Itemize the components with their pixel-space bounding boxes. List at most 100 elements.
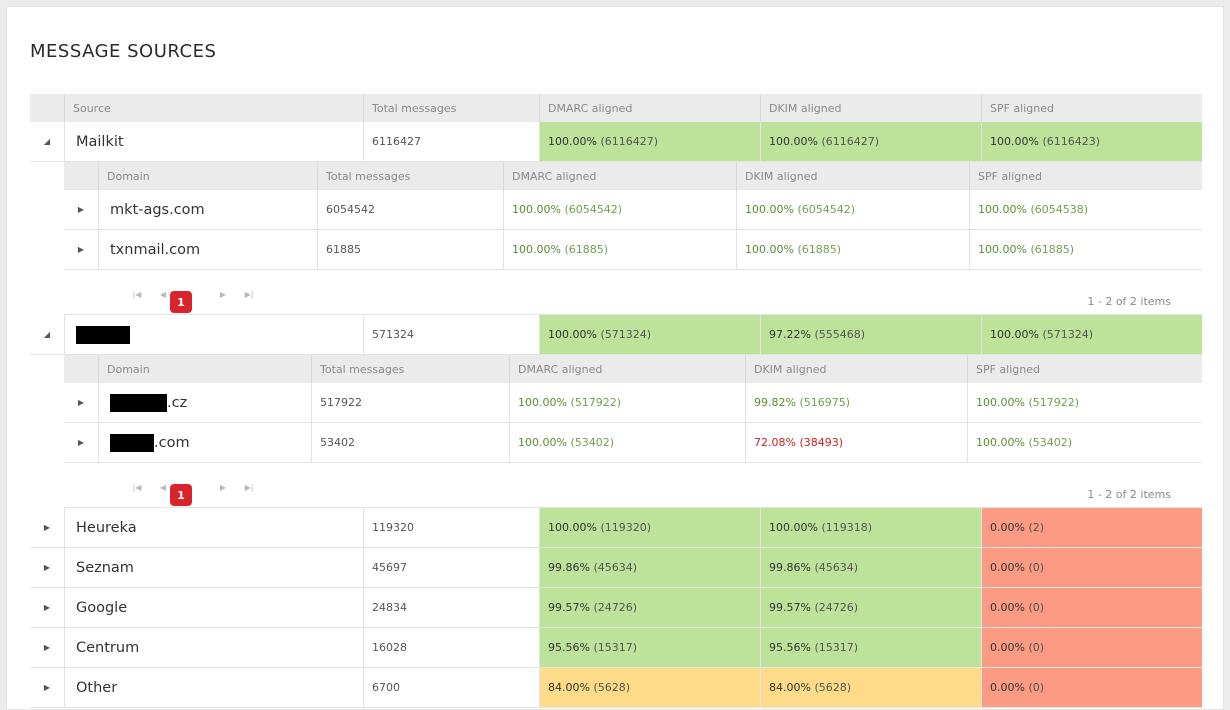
dmarc-count: (5628) [593,681,631,694]
collapse-icon[interactable]: ◢ [30,122,64,161]
expand-icon[interactable]: ▶ [64,383,98,422]
domain-dkim: 100.00% (61885) [736,230,969,269]
source-name [64,315,363,354]
subheader-spf[interactable]: SPF aligned [969,162,1202,190]
dmarc-count: (571324) [600,328,652,341]
expand-icon[interactable]: ▶ [64,423,98,462]
expand-icon[interactable]: ▶ [30,668,64,707]
spf-count: (0) [1028,601,1045,614]
spf-cell: 100.00% (571324) [981,315,1202,354]
expand-icon[interactable]: ▶ [30,548,64,587]
subheader-domain[interactable]: Domain [98,355,311,383]
next-page-icon[interactable]: ▶ [210,290,236,299]
domain-dkim: 72.08% (38493) [745,423,967,462]
subheader-dmarc[interactable]: DMARC aligned [509,355,745,383]
header-spf[interactable]: SPF aligned [981,94,1202,122]
domain-row[interactable]: ▶ .com 53402 100.00% (53402) 72.08% (384… [64,423,1202,463]
total-messages: 6700 [363,668,539,707]
subheader-dkim[interactable]: DKIM aligned [736,162,969,190]
source-row-google[interactable]: ▶ Google 24834 99.57% (24726) 99.57% (24… [30,588,1202,628]
source-name: Seznam [64,548,363,587]
dkim-count: (555468) [814,328,866,341]
subheader-expander [64,162,98,190]
dkim-pct: 99.82% [754,396,796,409]
header-total[interactable]: Total messages [363,94,539,122]
pager: |◀ ◀ ▶ ▶| 1 1 - 2 of 2 items [64,463,1202,508]
dmarc-count: (15317) [593,641,638,654]
spf-count: (6116423) [1042,135,1101,148]
expand-icon[interactable]: ▶ [30,508,64,547]
dmarc-pct: 100.00% [548,328,597,341]
domain-total: 61885 [317,230,503,269]
subheader-total[interactable]: Total messages [311,355,509,383]
source-row-heureka[interactable]: ▶ Heureka 119320 100.00% (119320) 100.00… [30,508,1202,548]
domain-spf: 100.00% (53402) [967,423,1202,462]
dmarc-pct: 100.00% [512,243,561,256]
pager-nav: |◀ ◀ ▶ ▶| [124,483,262,492]
spf-cell: 0.00% (0) [981,548,1202,587]
dkim-pct: 97.22% [769,328,811,341]
domain-name: .cz [98,383,311,422]
spf-count: (571324) [1042,328,1094,341]
spf-cell: 0.00% (0) [981,628,1202,667]
spf-pct: 0.00% [990,561,1025,574]
pager-current-page[interactable]: 1 [170,291,192,313]
domain-row[interactable]: ▶ txnmail.com 61885 100.00% (61885) 100.… [64,230,1202,270]
subheader-dkim[interactable]: DKIM aligned [745,355,967,383]
subheader-spf[interactable]: SPF aligned [967,355,1202,383]
subgrid-header: Domain Total messages DMARC aligned DKIM… [64,162,1202,190]
first-page-icon[interactable]: |◀ [124,290,150,299]
header-dmarc[interactable]: DMARC aligned [539,94,760,122]
dmarc-pct: 100.00% [548,135,597,148]
dkim-count: (38493) [799,436,844,449]
domain-row[interactable]: ▶ .cz 517922 100.00% (517922) 99.82% (51… [64,383,1202,423]
pager: |◀ ◀ ▶ ▶| 1 1 - 2 of 2 items [64,270,1202,315]
spf-count: (61885) [1030,243,1075,256]
collapse-icon[interactable]: ◢ [30,315,64,354]
source-row-redacted[interactable]: ◢ 571324 100.00% (571324) 97.22% (555468… [30,315,1202,355]
source-row-centrum[interactable]: ▶ Centrum 16028 95.56% (15317) 95.56% (1… [30,628,1202,668]
dkim-count: (5628) [814,681,852,694]
total-messages: 119320 [363,508,539,547]
expand-icon[interactable]: ▶ [64,230,98,269]
spf-cell: 0.00% (0) [981,668,1202,707]
dmarc-cell: 100.00% (6116427) [539,122,760,161]
subheader-domain[interactable]: Domain [98,162,317,190]
dkim-cell: 99.86% (45634) [760,548,981,587]
redacted-block [110,433,154,452]
header-source[interactable]: Source [64,94,363,122]
dmarc-cell: 84.00% (5628) [539,668,760,707]
domain-row[interactable]: ▶ mkt-ags.com 6054542 100.00% (6054542) … [64,190,1202,230]
spf-pct: 100.00% [990,135,1039,148]
dmarc-pct: 100.00% [548,521,597,534]
spf-pct: 100.00% [978,243,1027,256]
dmarc-pct: 99.86% [548,561,590,574]
source-row-other[interactable]: ▶ Other 6700 84.00% (5628) 84.00% (5628)… [30,668,1202,708]
subheader-dmarc[interactable]: DMARC aligned [503,162,736,190]
domain-dkim: 99.82% (516975) [745,383,967,422]
dkim-count: (45634) [814,561,859,574]
source-row-seznam[interactable]: ▶ Seznam 45697 99.86% (45634) 99.86% (45… [30,548,1202,588]
header-dkim[interactable]: DKIM aligned [760,94,981,122]
next-page-icon[interactable]: ▶ [210,483,236,492]
dkim-pct: 100.00% [769,135,818,148]
expand-icon[interactable]: ▶ [64,190,98,229]
subheader-total[interactable]: Total messages [317,162,503,190]
dkim-count: (6116427) [821,135,880,148]
dkim-pct: 99.86% [769,561,811,574]
spf-pct: 0.00% [990,521,1025,534]
source-name: Google [64,588,363,627]
first-page-icon[interactable]: |◀ [124,483,150,492]
source-row-mailkit[interactable]: ◢ Mailkit 6116427 100.00% (6116427) 100.… [30,122,1202,162]
expand-icon[interactable]: ▶ [30,628,64,667]
last-page-icon[interactable]: ▶| [236,483,262,492]
expand-icon[interactable]: ▶ [30,588,64,627]
dmarc-count: (61885) [564,243,609,256]
spf-count: (0) [1028,681,1045,694]
domain-subgrid: Domain Total messages DMARC aligned DKIM… [64,355,1202,508]
pager-current-page[interactable]: 1 [170,484,192,506]
source-name: Heureka [64,508,363,547]
dkim-pct: 100.00% [745,203,794,216]
last-page-icon[interactable]: ▶| [236,290,262,299]
dmarc-cell: 95.56% (15317) [539,628,760,667]
